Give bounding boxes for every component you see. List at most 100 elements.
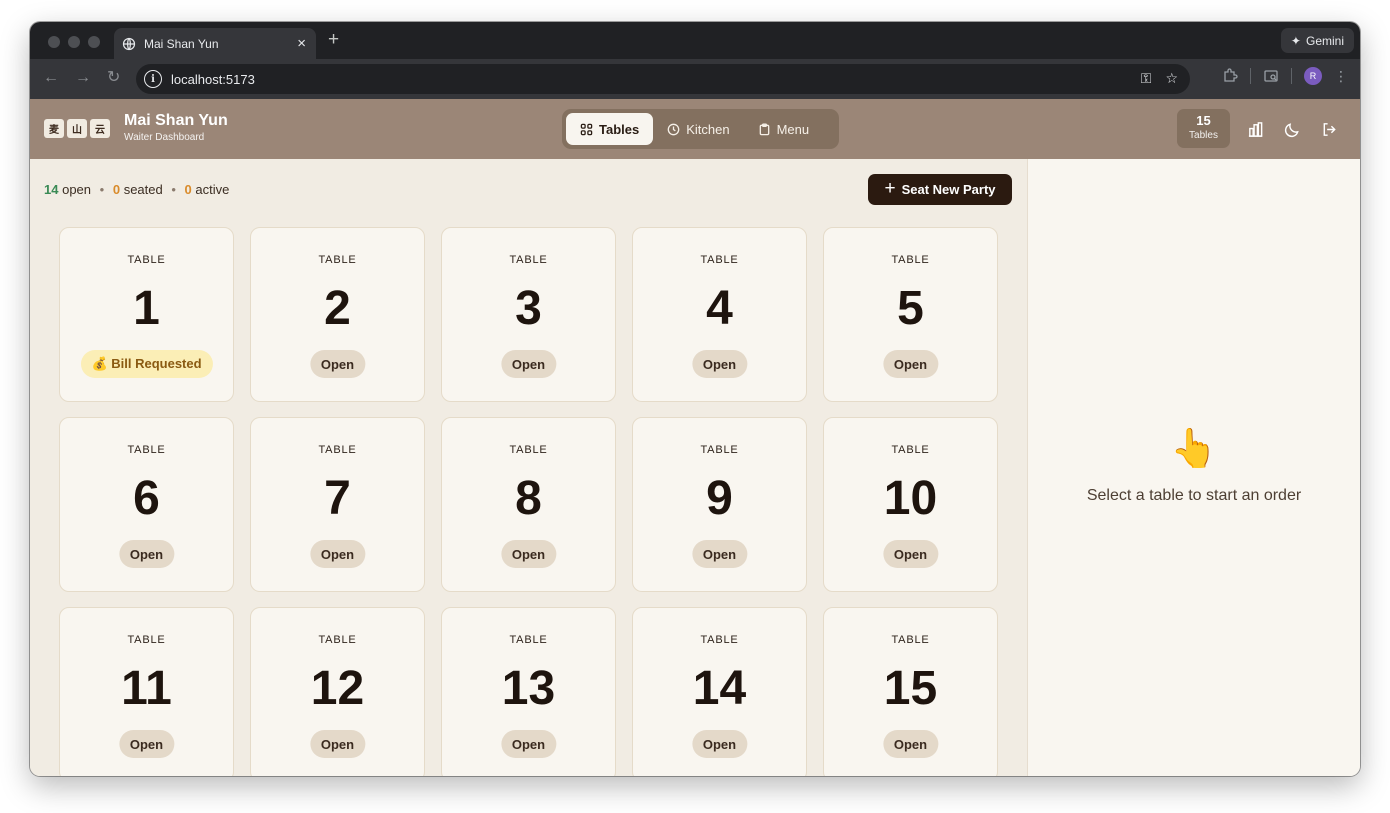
- tab-title: Mai Shan Yun: [144, 36, 219, 51]
- table-card-7[interactable]: TABLE 7 Open: [250, 417, 425, 592]
- tab-tables[interactable]: Tables: [566, 113, 654, 145]
- table-number: 15: [883, 662, 938, 715]
- table-status-badge: Open: [118, 540, 175, 568]
- logout-icon[interactable]: [1318, 118, 1340, 140]
- table-label: TABLE: [700, 444, 739, 456]
- seated-count: 0: [112, 182, 121, 197]
- table-label: TABLE: [509, 254, 548, 266]
- table-number: 3: [515, 282, 542, 335]
- empty-state-message: Select a table to start an order: [1086, 487, 1302, 504]
- table-number: 14: [692, 662, 747, 715]
- separator: •: [99, 182, 105, 197]
- profile-avatar[interactable]: R: [1304, 67, 1322, 85]
- table-number: 11: [121, 662, 172, 715]
- table-card-5[interactable]: TABLE 5 Open: [823, 227, 998, 402]
- new-tab-button[interactable]: +: [328, 30, 339, 49]
- gemini-label: Gemini: [1305, 33, 1344, 48]
- table-number: 10: [883, 472, 938, 525]
- forward-arrow-icon[interactable]: →: [75, 68, 91, 88]
- active-count: 0: [184, 182, 192, 197]
- table-count-label: Tables: [1189, 130, 1218, 141]
- tables-view: 14 open • 0 seated • 0 active + Seat New…: [30, 159, 1027, 776]
- clock-icon: [667, 123, 680, 135]
- globe-icon: [122, 37, 136, 50]
- table-status-badge: Open: [882, 730, 939, 758]
- gemini-button[interactable]: ✦ Gemini: [1280, 28, 1354, 53]
- table-number: 6: [133, 472, 160, 525]
- reload-icon[interactable]: ↻: [107, 68, 120, 88]
- table-number: 4: [706, 282, 733, 335]
- table-label: TABLE: [318, 444, 357, 456]
- table-number: 2: [324, 282, 351, 335]
- table-card-3[interactable]: TABLE 3 Open: [441, 227, 616, 402]
- table-number: 13: [501, 662, 556, 715]
- key-icon[interactable]: ⚿: [1141, 70, 1152, 87]
- minimize-window-button[interactable]: [68, 36, 80, 48]
- close-window-button[interactable]: [48, 36, 60, 48]
- browser-tab-strip: Mai Shan Yun × + ✦ Gemini: [30, 22, 1360, 59]
- seated-label: seated: [123, 182, 163, 197]
- app-header: 麦 山 云 Mai Shan Yun Waiter Dashboard Tabl…: [30, 99, 1360, 159]
- table-status-badge: Open: [691, 730, 748, 758]
- table-card-15[interactable]: TABLE 15 Open: [823, 607, 998, 776]
- table-card-12[interactable]: TABLE 12 Open: [250, 607, 425, 776]
- grid-icon: [580, 123, 593, 135]
- site-info-icon[interactable]: i: [144, 70, 162, 88]
- tab-close-icon[interactable]: ×: [297, 36, 306, 51]
- maximize-window-button[interactable]: [88, 36, 100, 48]
- table-number: 5: [897, 282, 924, 335]
- table-status-badge: Open: [500, 350, 557, 378]
- reading-list-icon[interactable]: [1263, 68, 1279, 84]
- clipboard-icon: [759, 122, 769, 135]
- table-card-4[interactable]: TABLE 4 Open: [632, 227, 807, 402]
- logo-seal: 云: [90, 119, 110, 138]
- moon-icon[interactable]: [1281, 118, 1303, 140]
- table-card-8[interactable]: TABLE 8 Open: [441, 417, 616, 592]
- table-card-6[interactable]: TABLE 6 Open: [59, 417, 234, 592]
- seat-new-party-button[interactable]: + Seat New Party: [868, 174, 1012, 205]
- table-label: TABLE: [509, 444, 548, 456]
- table-card-13[interactable]: TABLE 13 Open: [441, 607, 616, 776]
- analytics-icon[interactable]: [1244, 118, 1266, 140]
- browser-window: Mai Shan Yun × + ✦ Gemini ← → ↻ i localh…: [30, 22, 1360, 776]
- table-number: 9: [706, 472, 733, 525]
- table-status-badge: Open: [309, 350, 366, 378]
- table-status-badge: Open: [500, 540, 557, 568]
- table-label: TABLE: [891, 254, 930, 266]
- address-bar[interactable]: i localhost:5173 ⚿ ☆: [136, 64, 1190, 94]
- table-status-badge: Open: [309, 730, 366, 758]
- table-card-11[interactable]: TABLE 11 Open: [59, 607, 234, 776]
- table-card-10[interactable]: TABLE 10 Open: [823, 417, 998, 592]
- seat-button-label: Seat New Party: [901, 182, 996, 197]
- table-status-badge: Open: [500, 730, 557, 758]
- table-status-badge: Open: [882, 350, 939, 378]
- table-card-2[interactable]: TABLE 2 Open: [250, 227, 425, 402]
- toolbar-divider: [1250, 68, 1251, 84]
- table-label: TABLE: [127, 444, 166, 456]
- table-card-1[interactable]: TABLE 1 💰 Bill Requested: [59, 227, 234, 402]
- bookmark-star-icon[interactable]: ☆: [1165, 70, 1178, 87]
- open-count: 14: [44, 182, 59, 197]
- table-number: 8: [515, 472, 542, 525]
- browser-tab[interactable]: Mai Shan Yun ×: [114, 28, 316, 59]
- browser-actions: R ⋮: [1222, 67, 1348, 85]
- more-menu-icon[interactable]: ⋮: [1334, 68, 1348, 85]
- table-status-badge: Open: [691, 350, 748, 378]
- table-status-badge: Open: [309, 540, 366, 568]
- separator: •: [171, 182, 176, 197]
- back-arrow-icon[interactable]: ←: [43, 68, 59, 88]
- tab-menu[interactable]: Menu: [744, 113, 824, 145]
- table-card-9[interactable]: TABLE 9 Open: [632, 417, 807, 592]
- table-label: TABLE: [700, 254, 739, 266]
- brand: Mai Shan Yun Waiter Dashboard: [124, 111, 228, 145]
- extensions-icon[interactable]: [1222, 68, 1238, 84]
- omnibox-actions: ⚿ ☆: [1141, 70, 1178, 87]
- table-status-badge: Open: [691, 540, 748, 568]
- table-card-14[interactable]: TABLE 14 Open: [632, 607, 807, 776]
- tab-kitchen[interactable]: Kitchen: [653, 113, 743, 145]
- table-status-badge: Open: [118, 730, 175, 758]
- open-label: open: [62, 182, 92, 197]
- brand-name: Mai Shan Yun: [124, 112, 228, 129]
- table-status-summary: 14 open • 0 seated • 0 active: [44, 182, 229, 197]
- url-text: localhost:5173: [171, 71, 255, 87]
